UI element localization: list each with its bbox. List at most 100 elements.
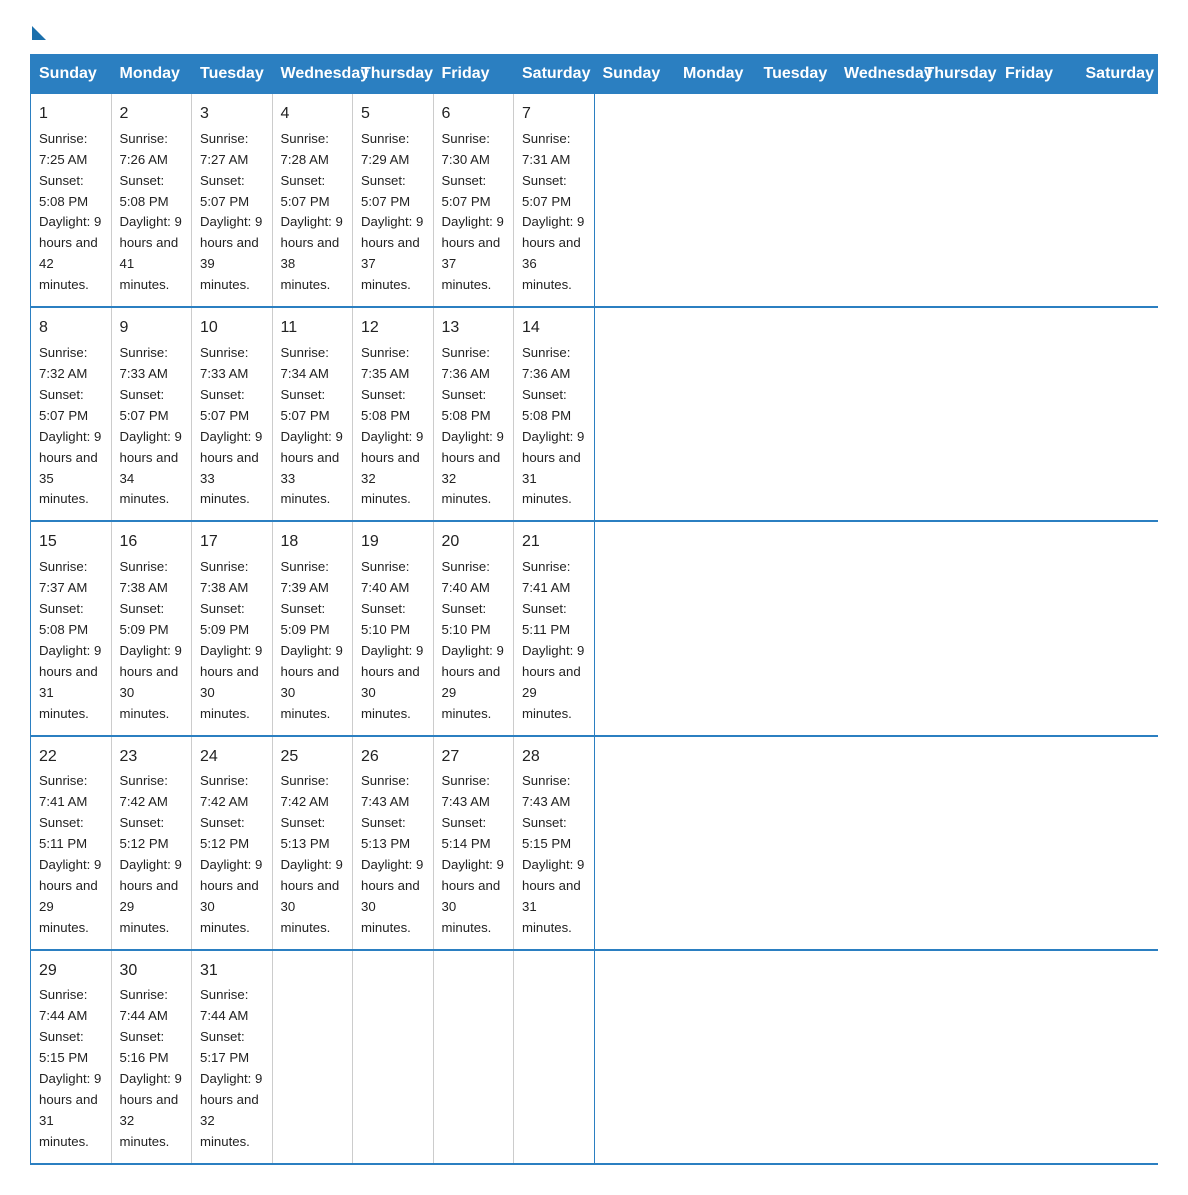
calendar-week-row: 1 Sunrise: 7:25 AMSunset: 5:08 PMDaylight…	[31, 94, 1158, 308]
day-info: Sunrise: 7:39 AMSunset: 5:09 PMDaylight:…	[281, 559, 343, 720]
header-thursday: Thursday	[353, 55, 434, 94]
day-info: Sunrise: 7:42 AMSunset: 5:12 PMDaylight:…	[120, 773, 182, 934]
calendar-cell: 12 Sunrise: 7:35 AMSunset: 5:08 PMDayligh…	[353, 307, 434, 521]
calendar-cell: 15 Sunrise: 7:37 AMSunset: 5:08 PMDayligh…	[31, 521, 112, 735]
day-info: Sunrise: 7:26 AMSunset: 5:08 PMDaylight:…	[120, 131, 182, 292]
day-info: Sunrise: 7:37 AMSunset: 5:08 PMDaylight:…	[39, 559, 101, 720]
calendar-cell: 5 Sunrise: 7:29 AMSunset: 5:07 PMDaylight…	[353, 94, 434, 308]
day-number: 26	[361, 745, 425, 770]
header-sunday: Sunday	[31, 55, 112, 94]
header-friday: Friday	[433, 55, 514, 94]
day-info: Sunrise: 7:36 AMSunset: 5:08 PMDaylight:…	[442, 345, 504, 506]
calendar-cell: 20Sunrise: 7:40 AMSunset: 5:10 PMDayligh…	[433, 521, 514, 735]
day-info: Sunrise: 7:33 AMSunset: 5:07 PMDaylight:…	[120, 345, 182, 506]
day-info: Sunrise: 7:44 AMSunset: 5:17 PMDaylight:…	[200, 987, 262, 1148]
page-header	[30, 20, 1158, 36]
day-number: 1	[39, 102, 103, 127]
day-number: 4	[281, 102, 345, 127]
header-tuesday: Tuesday	[192, 55, 273, 94]
day-number: 5	[361, 102, 425, 127]
day-info: Sunrise: 7:40 AMSunset: 5:10 PMDaylight:…	[442, 559, 504, 720]
day-number: 19	[361, 530, 425, 555]
col-header-monday: Monday	[675, 55, 756, 94]
calendar-cell	[353, 950, 434, 1164]
day-number: 21	[522, 530, 586, 555]
day-number: 13	[442, 316, 506, 341]
day-info: Sunrise: 7:25 AMSunset: 5:08 PMDaylight:…	[39, 131, 101, 292]
day-info: Sunrise: 7:42 AMSunset: 5:12 PMDaylight:…	[200, 773, 262, 934]
day-info: Sunrise: 7:40 AMSunset: 5:10 PMDaylight:…	[361, 559, 423, 720]
day-info: Sunrise: 7:27 AMSunset: 5:07 PMDaylight:…	[200, 131, 262, 292]
calendar-cell	[433, 950, 514, 1164]
day-number: 16	[120, 530, 184, 555]
day-info: Sunrise: 7:43 AMSunset: 5:14 PMDaylight:…	[442, 773, 504, 934]
day-number: 11	[281, 316, 345, 341]
day-info: Sunrise: 7:36 AMSunset: 5:08 PMDaylight:…	[522, 345, 584, 506]
calendar-cell: 1 Sunrise: 7:25 AMSunset: 5:08 PMDaylight…	[31, 94, 112, 308]
day-number: 24	[200, 745, 264, 770]
day-info: Sunrise: 7:31 AMSunset: 5:07 PMDaylight:…	[522, 131, 584, 292]
day-number: 6	[442, 102, 506, 127]
day-number: 12	[361, 316, 425, 341]
day-number: 27	[442, 745, 506, 770]
day-number: 18	[281, 530, 345, 555]
day-number: 28	[522, 745, 586, 770]
calendar-cell: 14 Sunrise: 7:36 AMSunset: 5:08 PMDayligh…	[514, 307, 595, 521]
day-info: Sunrise: 7:43 AMSunset: 5:13 PMDaylight:…	[361, 773, 423, 934]
calendar-cell: 16 Sunrise: 7:38 AMSunset: 5:09 PMDayligh…	[111, 521, 192, 735]
day-number: 30	[120, 959, 184, 984]
calendar-week-row: 8Sunrise: 7:32 AMSunset: 5:07 PMDaylight…	[31, 307, 1158, 521]
calendar-cell: 30 Sunrise: 7:44 AMSunset: 5:16 PMDayligh…	[111, 950, 192, 1164]
day-info: Sunrise: 7:34 AMSunset: 5:07 PMDaylight:…	[281, 345, 343, 506]
calendar-cell: 11 Sunrise: 7:34 AMSunset: 5:07 PMDayligh…	[272, 307, 353, 521]
col-header-thursday: Thursday	[916, 55, 997, 94]
day-number: 2	[120, 102, 184, 127]
day-info: Sunrise: 7:30 AMSunset: 5:07 PMDaylight:…	[442, 131, 504, 292]
day-info: Sunrise: 7:41 AMSunset: 5:11 PMDaylight:…	[39, 773, 101, 934]
col-header-tuesday: Tuesday	[755, 55, 836, 94]
day-number: 23	[120, 745, 184, 770]
col-header-saturday: Saturday	[1077, 55, 1158, 94]
day-info: Sunrise: 7:42 AMSunset: 5:13 PMDaylight:…	[281, 773, 343, 934]
day-number: 29	[39, 959, 103, 984]
day-number: 10	[200, 316, 264, 341]
calendar-cell: 7 Sunrise: 7:31 AMSunset: 5:07 PMDaylight…	[514, 94, 595, 308]
header-wednesday: Wednesday	[272, 55, 353, 94]
calendar-cell: 8Sunrise: 7:32 AMSunset: 5:07 PMDaylight…	[31, 307, 112, 521]
calendar-cell: 10 Sunrise: 7:33 AMSunset: 5:07 PMDayligh…	[192, 307, 273, 521]
day-info: Sunrise: 7:35 AMSunset: 5:08 PMDaylight:…	[361, 345, 423, 506]
day-number: 22	[39, 745, 103, 770]
calendar-cell: 19 Sunrise: 7:40 AMSunset: 5:10 PMDayligh…	[353, 521, 434, 735]
day-info: Sunrise: 7:28 AMSunset: 5:07 PMDaylight:…	[281, 131, 343, 292]
day-info: Sunrise: 7:33 AMSunset: 5:07 PMDaylight:…	[200, 345, 262, 506]
calendar-cell: 31Sunrise: 7:44 AMSunset: 5:17 PMDayligh…	[192, 950, 273, 1164]
day-info: Sunrise: 7:43 AMSunset: 5:15 PMDaylight:…	[522, 773, 584, 934]
calendar-week-row: 29 Sunrise: 7:44 AMSunset: 5:15 PMDayligh…	[31, 950, 1158, 1164]
logo	[30, 20, 46, 36]
day-info: Sunrise: 7:44 AMSunset: 5:15 PMDaylight:…	[39, 987, 101, 1148]
day-info: Sunrise: 7:29 AMSunset: 5:07 PMDaylight:…	[361, 131, 423, 292]
day-number: 15	[39, 530, 103, 555]
day-number: 17	[200, 530, 264, 555]
calendar-cell: 29 Sunrise: 7:44 AMSunset: 5:15 PMDayligh…	[31, 950, 112, 1164]
calendar-cell: 3 Sunrise: 7:27 AMSunset: 5:07 PMDaylight…	[192, 94, 273, 308]
day-number: 3	[200, 102, 264, 127]
calendar-cell: 9 Sunrise: 7:33 AMSunset: 5:07 PMDaylight…	[111, 307, 192, 521]
calendar-cell: 13 Sunrise: 7:36 AMSunset: 5:08 PMDayligh…	[433, 307, 514, 521]
calendar-table: SundayMondayTuesdayWednesdayThursdayFrid…	[30, 54, 1158, 1165]
calendar-header-row: SundayMondayTuesdayWednesdayThursdayFrid…	[31, 55, 1158, 94]
day-info: Sunrise: 7:44 AMSunset: 5:16 PMDaylight:…	[120, 987, 182, 1148]
header-monday: Monday	[111, 55, 192, 94]
col-header-wednesday: Wednesday	[836, 55, 917, 94]
day-info: Sunrise: 7:38 AMSunset: 5:09 PMDaylight:…	[120, 559, 182, 720]
day-number: 7	[522, 102, 586, 127]
calendar-cell: 21Sunrise: 7:41 AMSunset: 5:11 PMDayligh…	[514, 521, 595, 735]
calendar-week-row: 15 Sunrise: 7:37 AMSunset: 5:08 PMDayligh…	[31, 521, 1158, 735]
day-number: 25	[281, 745, 345, 770]
day-number: 14	[522, 316, 586, 341]
calendar-cell: 18 Sunrise: 7:39 AMSunset: 5:09 PMDayligh…	[272, 521, 353, 735]
day-info: Sunrise: 7:38 AMSunset: 5:09 PMDaylight:…	[200, 559, 262, 720]
day-number: 9	[120, 316, 184, 341]
calendar-cell	[514, 950, 595, 1164]
calendar-cell: 2 Sunrise: 7:26 AMSunset: 5:08 PMDaylight…	[111, 94, 192, 308]
